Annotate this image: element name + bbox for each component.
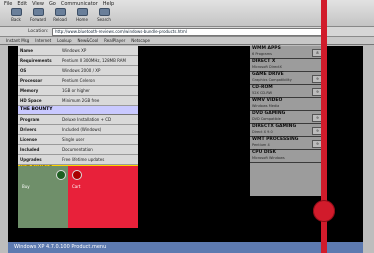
table-row: Drivers Included (Windows) [18, 125, 138, 135]
menu-file[interactable]: File [4, 1, 12, 7]
forward-button[interactable]: Forward [30, 8, 46, 22]
menu-edit[interactable]: Edit [17, 1, 27, 7]
table-row: Processor Pentium Celeron [18, 76, 138, 86]
slider-handle[interactable] [313, 200, 335, 222]
table-row: Included Documentation [18, 145, 138, 155]
url-input[interactable]: http://www.bluetooth-reviews.com/windows… [52, 28, 326, 36]
forward-icon [32, 8, 44, 16]
section-header-bounty: THE BOUNTY [18, 106, 138, 115]
list-item[interactable]: DIRECT X Microsoft DirectX [250, 59, 326, 72]
nav-tools: Back Forward Reload Home Search [8, 8, 112, 22]
action-tiles: Buy Cart [18, 166, 138, 228]
search-icon [98, 8, 110, 16]
go-icon[interactable] [56, 170, 66, 180]
tile-label: Buy [22, 184, 30, 189]
reload-button[interactable]: Reload [52, 8, 68, 22]
table-row: OS Windows 2000 / XP [18, 66, 138, 76]
location-label: Location: [28, 29, 49, 34]
list-item[interactable]: WMV VIDEO Windows Media [250, 98, 326, 111]
menu-communicator[interactable]: Communicator [61, 1, 98, 7]
home-icon [76, 8, 88, 16]
cart-tile[interactable]: Cart [68, 166, 138, 228]
list-item[interactable]: WMT PROCESSING Pentium 49 [250, 137, 326, 150]
bookmarks-bar: Instant Msg Internet Lookup New&Cool Rea… [0, 37, 374, 45]
bookmark-item[interactable]: Internet [35, 38, 51, 43]
menu-go[interactable]: Go [49, 1, 56, 7]
list-item[interactable]: DVD GAMING DVD Compatible 9 [250, 111, 326, 124]
list-item[interactable]: CPU DISK Microsoft Windows [250, 150, 326, 163]
menu-help[interactable]: Help [103, 1, 114, 7]
search-button[interactable]: Search [96, 8, 112, 22]
list-item[interactable]: GAME DRIVE Graphics Compatibility 9 [250, 72, 326, 85]
buy-tile[interactable]: Buy [18, 166, 68, 228]
list-item[interactable]: WMM APPS 6 Programs 8 [250, 46, 326, 59]
table-row: Memory 1GB or higher [18, 86, 138, 96]
browser-toolbar: File Edit View Go Communicator Help Back… [0, 0, 374, 27]
list-item[interactable]: DIRECTX GAMING Direct X 9.0 9 [250, 124, 326, 137]
page-content: Name Windows XP Requirements Pentium II 30… [8, 46, 363, 242]
bookmark-item[interactable]: Instant Msg [6, 38, 29, 43]
table-row: Name Windows XP [18, 46, 138, 56]
bookmark-item[interactable]: Lookup [57, 38, 71, 43]
back-icon [10, 8, 22, 16]
menu-view[interactable]: View [32, 1, 44, 7]
table-row: Upgrades Free lifetime updates [18, 155, 138, 165]
location-bar: Location: http://www.bluetooth-reviews.c… [0, 27, 374, 37]
bookmark-item[interactable]: Netscape [131, 38, 150, 43]
bookmark-item[interactable]: RealPlayer [104, 38, 125, 43]
bookmark-item[interactable]: New&Cool [78, 38, 99, 43]
feature-list: WMM APPS 6 Programs 8 DIRECT X Microsoft Di… [250, 46, 326, 196]
back-button[interactable]: Back [8, 8, 24, 22]
table-row: License Single user [18, 135, 138, 145]
menu-bar: File Edit View Go Communicator Help [4, 1, 114, 7]
table-row: HD Space Minimum 2GB free [18, 96, 138, 106]
tile-label: Cart [72, 184, 81, 189]
home-button[interactable]: Home [74, 8, 90, 22]
table-row: Program Deluxe Installation + CD [18, 115, 138, 125]
stop-icon[interactable] [72, 170, 82, 180]
reload-icon [54, 8, 66, 16]
table-row: Requirements Pentium II 300MHz, 128MB RAM [18, 56, 138, 66]
product-table: Name Windows XP Requirements Pentium II 30… [18, 46, 138, 194]
list-item[interactable]: CD-ROM 52X CD-RW 9 [250, 85, 326, 98]
status-bar: Windows XP 4.7.0.100 Product.menu [8, 242, 363, 253]
